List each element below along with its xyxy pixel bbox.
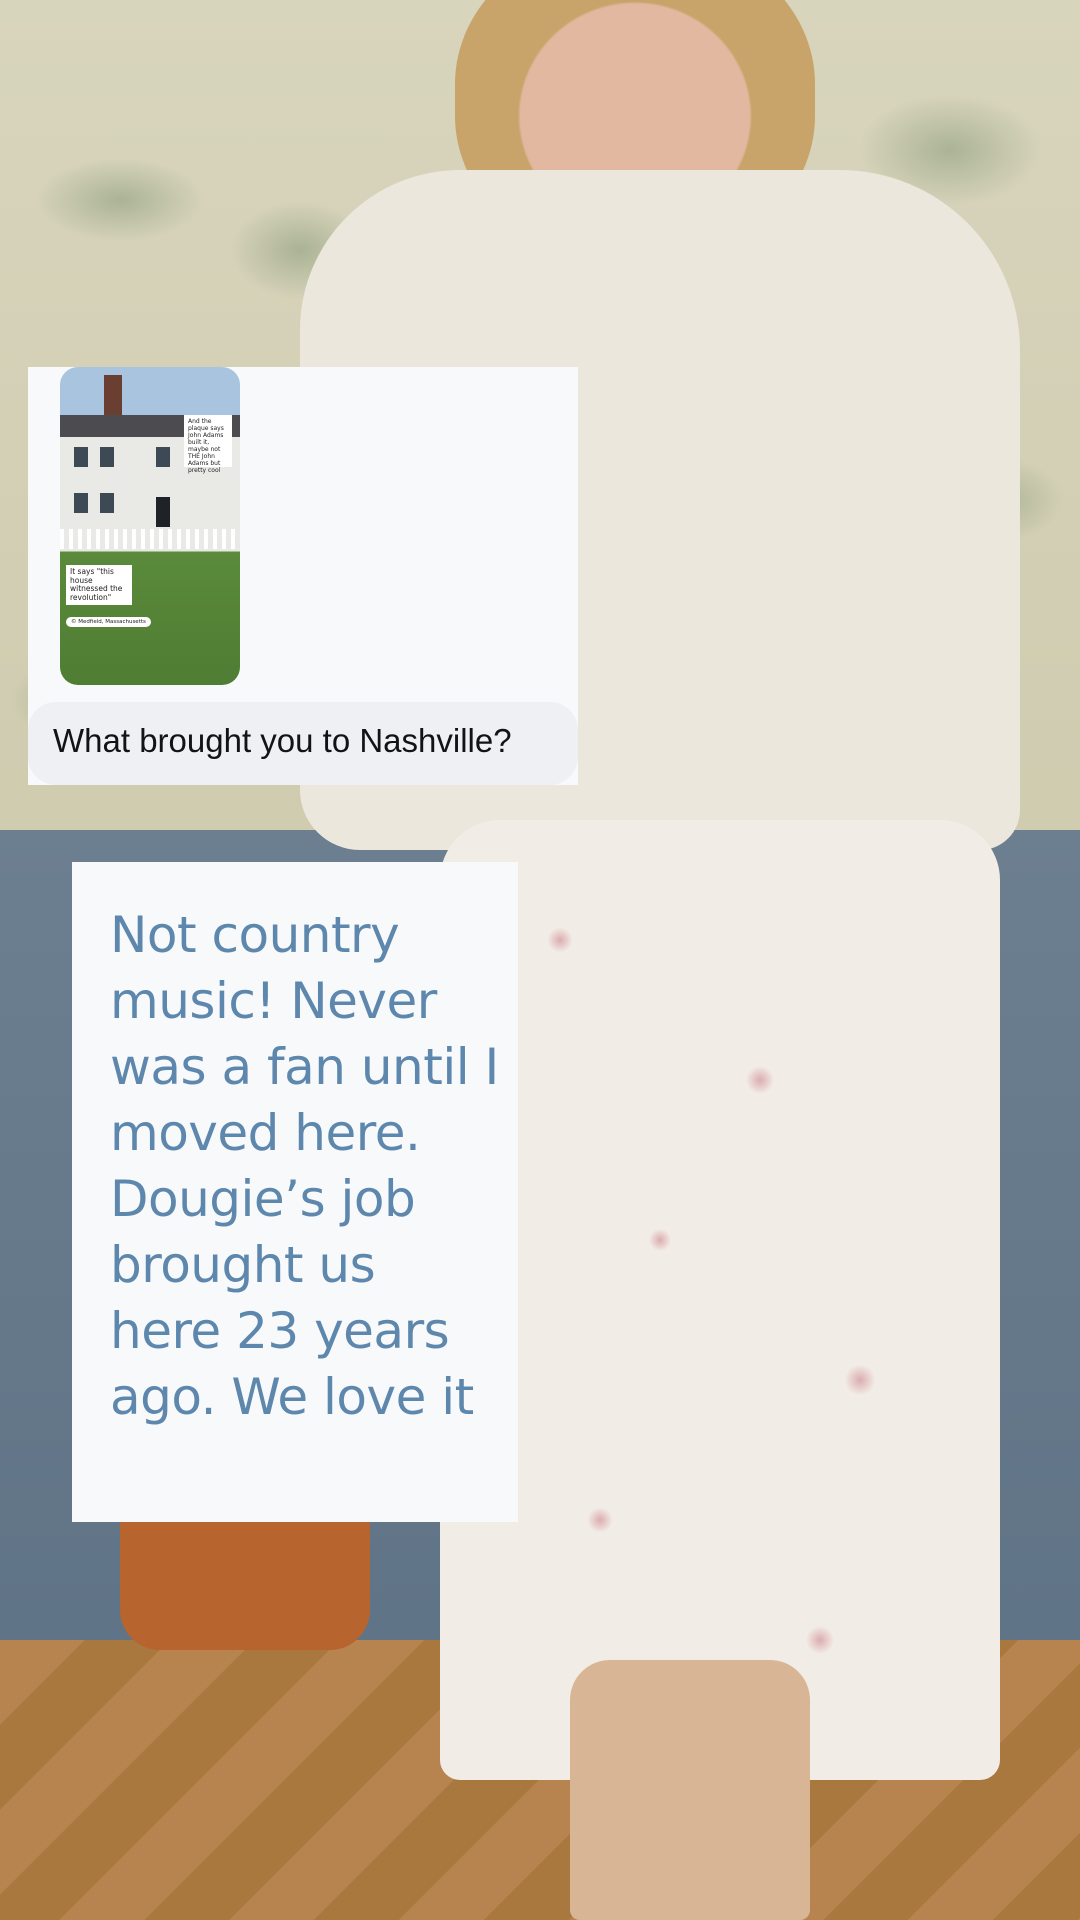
thumbnail-location-tag: © Medfield, Massachusetts — [66, 617, 151, 627]
question-bubble: What brought you to Nashville? — [28, 702, 578, 785]
thumbnail-chimney — [104, 375, 122, 419]
thumbnail-window — [156, 447, 170, 467]
reply-comment-card[interactable]: And the plaque says John Adams built it,… — [28, 367, 578, 785]
thumbnail-window — [100, 493, 114, 513]
person-floral-skirt — [440, 820, 1000, 1780]
thumbnail-window — [74, 447, 88, 467]
answer-text: Not country music! Never was a fan until… — [110, 906, 499, 1426]
person-boots — [570, 1660, 810, 1920]
video-thumbnail[interactable]: And the plaque says John Adams built it,… — [60, 367, 240, 685]
video-frame: And the plaque says John Adams built it,… — [0, 0, 1080, 1920]
thumbnail-window — [100, 447, 114, 467]
thumbnail-caption-bottom: It says "this house witnessed the revolu… — [66, 565, 132, 605]
question-text: What brought you to Nashville? — [53, 722, 512, 759]
thumbnail-door — [156, 497, 170, 527]
thumbnail-caption-top: And the plaque says John Adams built it,… — [184, 415, 232, 474]
thumbnail-fence — [60, 529, 240, 549]
answer-card: Not country music! Never was a fan until… — [72, 862, 518, 1522]
thumbnail-window — [74, 493, 88, 513]
